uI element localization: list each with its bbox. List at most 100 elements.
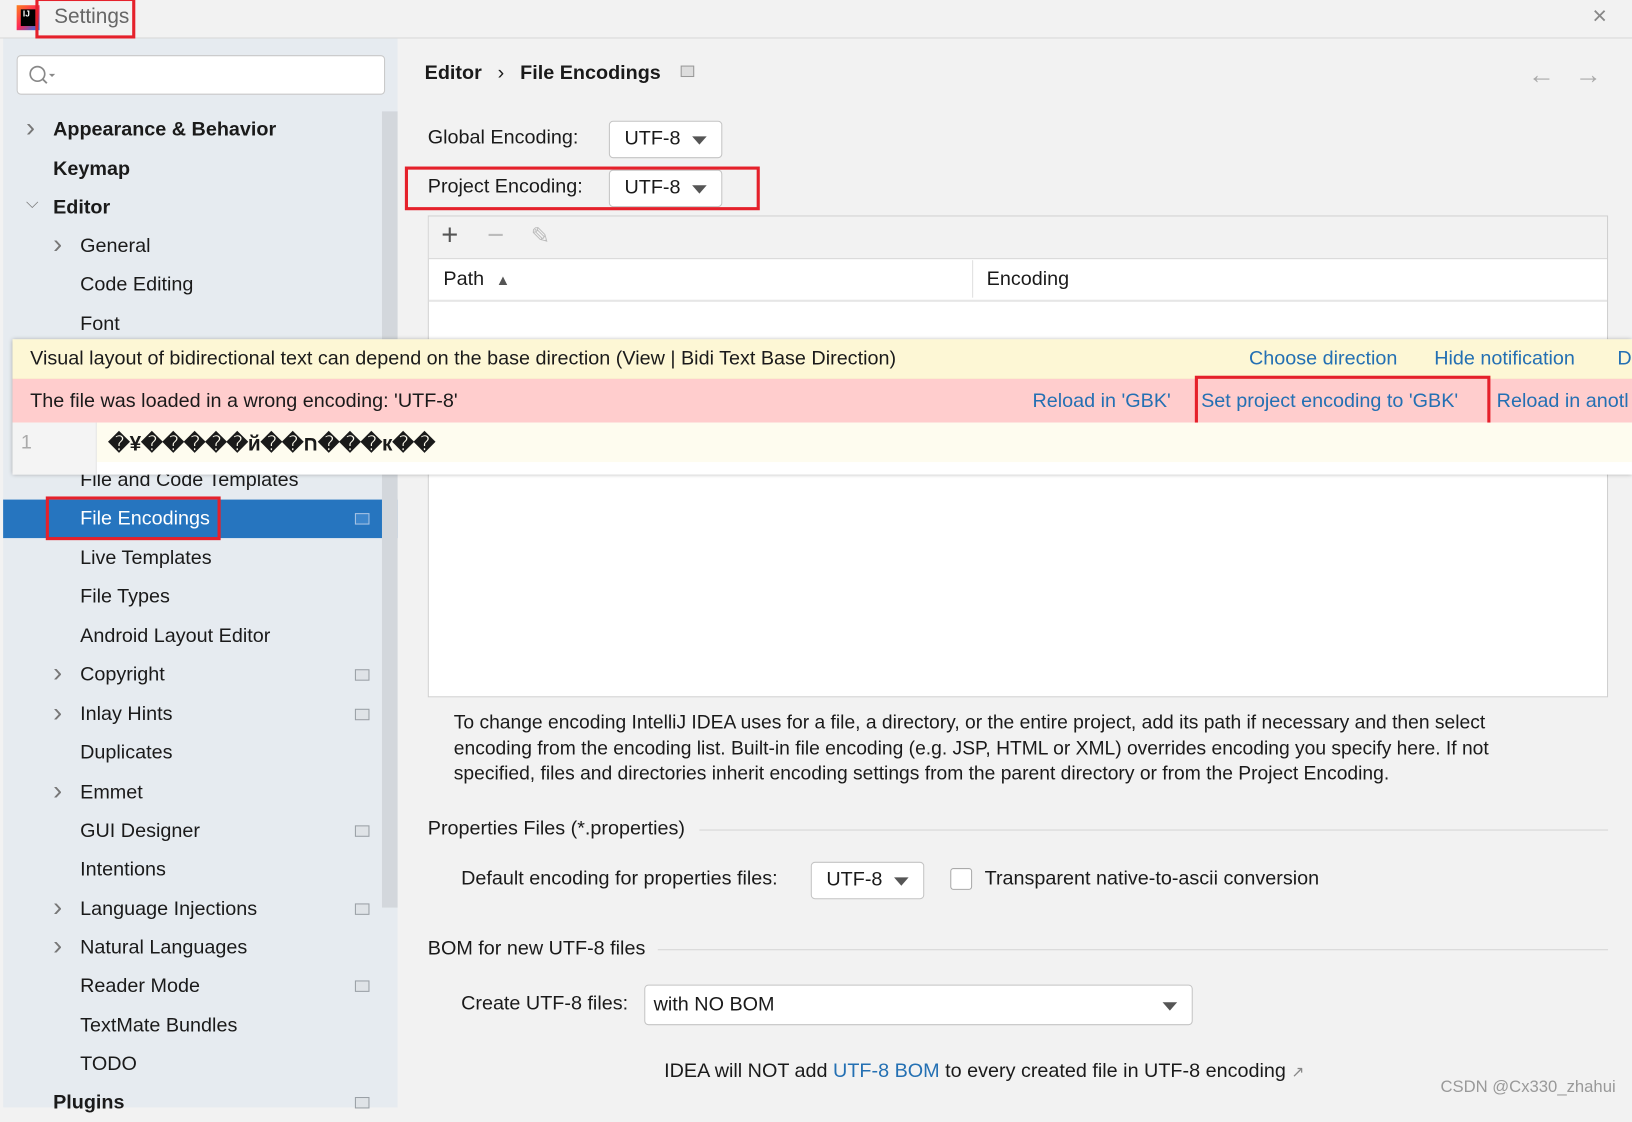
editor-line[interactable]: 1 �¥�����й��ח���к��: [12, 422, 1632, 475]
highlight-box-project-encoding: [404, 166, 760, 211]
highlight-box-title: [35, 0, 136, 39]
project-scope-icon: [354, 513, 370, 525]
forward-arrow-icon[interactable]: →: [1575, 58, 1602, 90]
line-number: 1: [20, 431, 32, 454]
default-encoding-value: UTF-8: [826, 869, 883, 891]
encoding-notification-text: The file was loaded in a wrong encoding:…: [30, 390, 458, 413]
add-icon[interactable]: +: [441, 219, 458, 252]
create-utf8-label: Create UTF-8 files:: [461, 992, 629, 1015]
chevron-down-icon: [1162, 1002, 1178, 1011]
sidebar-item-todo[interactable]: TODO: [3, 1045, 384, 1084]
chevron-down-icon: [692, 136, 707, 145]
sidebar-scrollbar[interactable]: [381, 111, 398, 908]
settings-window: IJ Settings × › Appearance & Behavior Keym…: [0, 0, 1632, 1114]
edit-icon[interactable]: ✎: [531, 223, 550, 250]
sidebar-item-label: Keymap: [53, 158, 131, 181]
project-scope-icon: [354, 825, 370, 837]
table-toolbar: + − ✎: [428, 216, 1607, 260]
sidebar-item-language-injections[interactable]: › Language Injections: [3, 890, 384, 929]
breadcrumb-parent[interactable]: Editor: [425, 62, 482, 84]
chevron-right-icon[interactable]: ›: [53, 926, 62, 965]
sidebar-item-textmate-bundles[interactable]: TextMate Bundles: [3, 1006, 384, 1045]
breadcrumb-separator: ›: [497, 62, 505, 85]
highlight-box-set-project-encoding: [1194, 375, 1491, 427]
remove-icon[interactable]: −: [487, 219, 504, 252]
transparent-conversion-checkbox[interactable]: [950, 868, 973, 890]
column-divider: [972, 260, 974, 298]
sidebar-item-label: Language Injections: [80, 898, 258, 921]
sidebar-item-label: Reader Mode: [80, 975, 200, 998]
chevron-down-icon[interactable]: ⌵: [26, 184, 39, 223]
sidebar-item-copyright[interactable]: › Copyright: [3, 656, 384, 695]
back-arrow-icon[interactable]: ←: [1528, 58, 1555, 90]
sidebar-item-keymap[interactable]: Keymap: [3, 150, 384, 189]
chevron-right-icon[interactable]: ›: [53, 654, 62, 693]
utf8-bom-link[interactable]: UTF-8 BOM: [833, 1061, 940, 1083]
sidebar-item-label: TODO: [80, 1053, 137, 1076]
sidebar-item-label: Emmet: [80, 781, 143, 804]
sidebar-item-label: Copyright: [80, 664, 165, 686]
sidebar-item-reader-mode[interactable]: Reader Mode: [3, 967, 384, 1006]
sidebar-item-plugins[interactable]: Plugins: [3, 1083, 384, 1122]
project-scope-icon: [354, 903, 370, 915]
column-header-encoding[interactable]: Encoding: [987, 269, 1069, 292]
sidebar-item-font[interactable]: Font: [3, 305, 384, 344]
sidebar-item-label: Natural Languages: [80, 936, 248, 959]
sidebar-item-appearance-behavior[interactable]: › Appearance & Behavior: [3, 110, 384, 149]
default-encoding-dropdown[interactable]: UTF-8: [810, 861, 925, 900]
sidebar-item-label: File Types: [80, 585, 170, 608]
garbled-text: �¥�����й��ח���к��: [108, 432, 436, 456]
sidebar-item-label: Inlay Hints: [80, 703, 173, 726]
breadcrumb: Editor › File Encodings: [425, 62, 695, 85]
sidebar-item-duplicates[interactable]: Duplicates: [3, 734, 384, 773]
bidi-notification: Visual layout of bidirectional text can …: [12, 339, 1632, 380]
search-icon: [29, 65, 56, 84]
chevron-right-icon[interactable]: ›: [53, 225, 62, 264]
column-header-path[interactable]: Path ▲: [443, 269, 510, 292]
bom-separator: [657, 949, 1609, 951]
chevron-right-icon[interactable]: ›: [26, 108, 35, 147]
sidebar-item-file-types[interactable]: File Types: [3, 578, 384, 617]
sidebar-item-natural-languages[interactable]: › Natural Languages: [3, 928, 384, 967]
choose-direction-link[interactable]: Choose direction: [1249, 348, 1397, 371]
sidebar-item-android-layout-editor[interactable]: Android Layout Editor: [3, 617, 384, 656]
create-utf8-dropdown[interactable]: with NO BOM: [644, 984, 1193, 1026]
create-utf8-value: with NO BOM: [653, 993, 775, 1016]
project-scope-icon: [354, 669, 370, 681]
chevron-right-icon[interactable]: ›: [53, 888, 62, 927]
sidebar-item-label: Appearance & Behavior: [53, 118, 277, 141]
sidebar-item-code-editing[interactable]: Code Editing: [3, 265, 384, 304]
chevron-right-icon[interactable]: ›: [53, 771, 62, 810]
sidebar-item-label: Intentions: [80, 858, 166, 881]
sidebar-item-emmet[interactable]: › Emmet: [3, 773, 384, 812]
reload-gbk-link[interactable]: Reload in 'GBK': [1032, 390, 1170, 413]
sidebar-item-gui-designer[interactable]: GUI Designer: [3, 812, 384, 851]
sidebar-item-inlay-hints[interactable]: › Inlay Hints: [3, 695, 384, 734]
sidebar-item-label: Duplicates: [80, 742, 173, 764]
external-link-icon: ↗: [1291, 1063, 1305, 1082]
search-field[interactable]: [61, 60, 378, 92]
sidebar-item-editor[interactable]: ⌵ Editor: [3, 188, 384, 227]
sidebar-item-label: Font: [80, 313, 120, 336]
chevron-right-icon[interactable]: ›: [53, 693, 62, 732]
search-input[interactable]: [16, 55, 386, 95]
sidebar-item-label: GUI Designer: [80, 820, 200, 843]
hide-notification-link[interactable]: Hide notification: [1434, 348, 1575, 371]
sidebar-item-general[interactable]: › General: [3, 227, 384, 266]
reload-another-link[interactable]: Reload in anotl: [1497, 390, 1629, 413]
close-icon[interactable]: ×: [1592, 2, 1607, 31]
highlight-box-file-encodings: [45, 496, 221, 541]
global-encoding-dropdown[interactable]: UTF-8: [608, 120, 723, 159]
sidebar-item-label: TextMate Bundles: [80, 1014, 238, 1037]
transparent-conversion-label[interactable]: Transparent native-to-ascii conversion: [985, 868, 1320, 891]
sidebar-item-live-templates[interactable]: Live Templates: [3, 539, 384, 578]
project-scope-icon: [354, 708, 370, 721]
sort-ascending-icon: ▲: [495, 271, 511, 289]
watermark: CSDN @Cx330_zhahui: [1440, 1078, 1616, 1096]
more-link[interactable]: D: [1617, 348, 1631, 371]
editor-notification-popup: Visual layout of bidirectional text can …: [12, 339, 1632, 475]
project-scope-icon: [680, 65, 695, 78]
default-encoding-label: Default encoding for properties files:: [461, 868, 778, 890]
properties-section-title: Properties Files (*.properties): [427, 818, 685, 840]
sidebar-item-intentions[interactable]: Intentions: [3, 850, 384, 889]
